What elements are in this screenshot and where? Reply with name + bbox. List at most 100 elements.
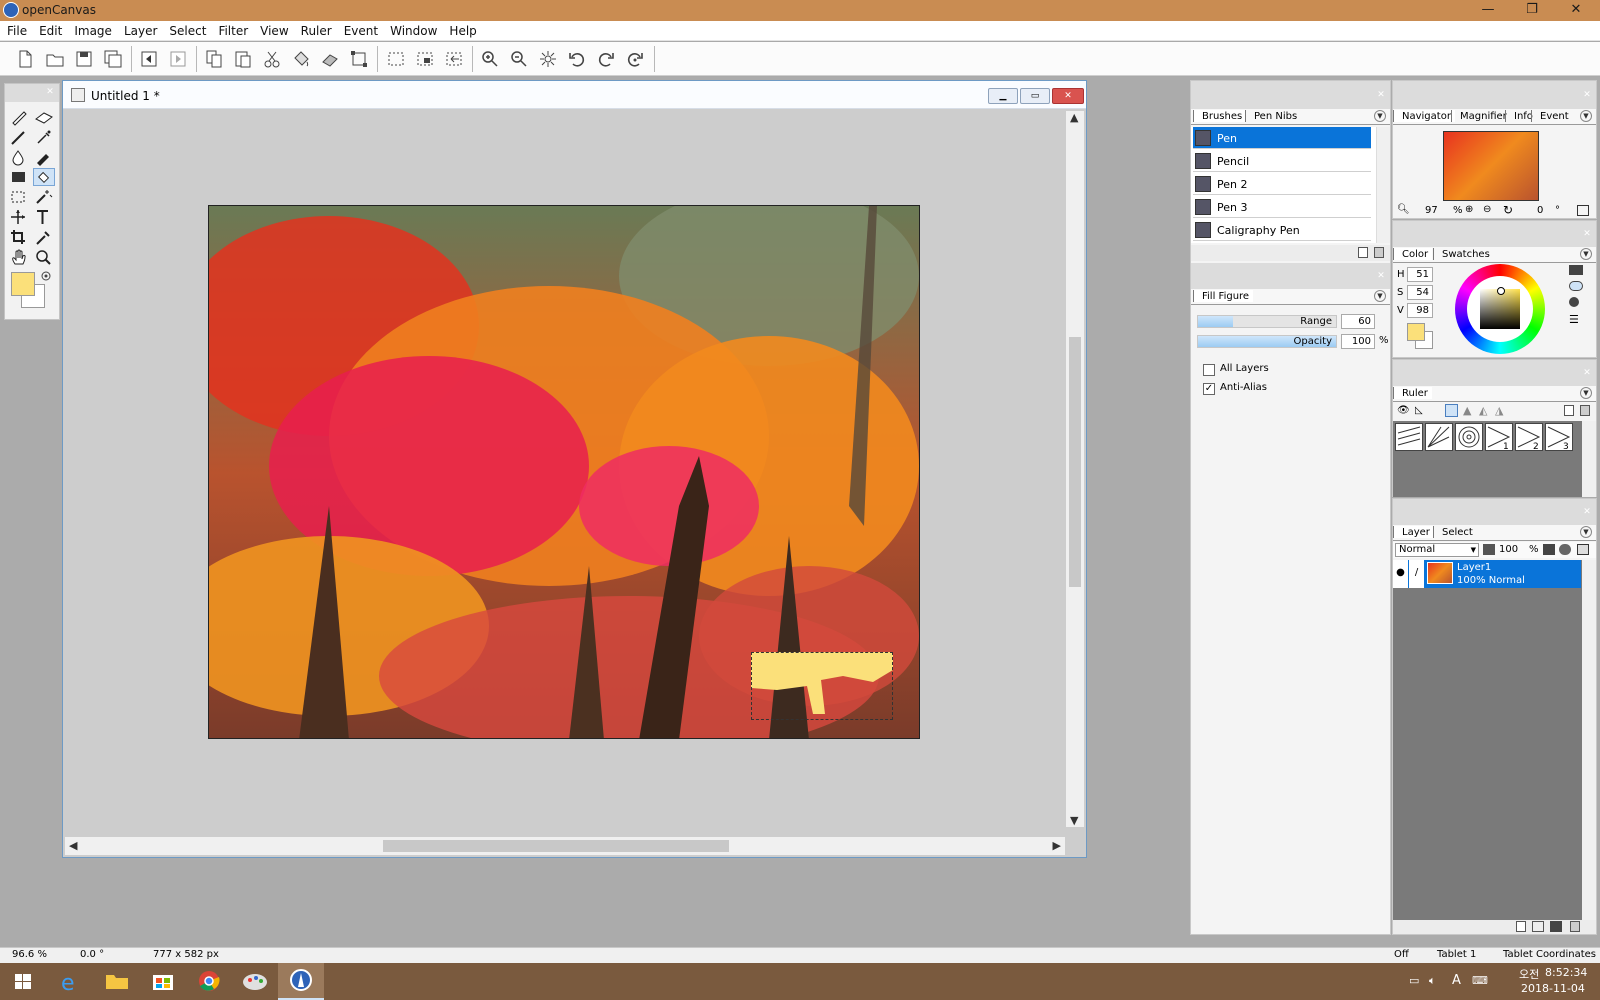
fill-bucket-icon[interactable] (290, 48, 312, 70)
ruler-preset-perspective-2[interactable]: 2 (1515, 423, 1543, 451)
ime-indicator[interactable]: A (1452, 973, 1461, 988)
airbrush-tool-icon[interactable] (33, 128, 55, 146)
all-layers-checkbox[interactable] (1203, 364, 1215, 376)
rotate-icon[interactable]: ↻ (1503, 203, 1513, 217)
scroll-right-icon[interactable]: ▶ (1053, 839, 1061, 852)
ring-mode-icon[interactable] (1569, 281, 1583, 291)
new-folder-icon[interactable] (1532, 921, 1544, 932)
doc-minimize-button[interactable]: ▁ (988, 88, 1018, 104)
saturation-value-square[interactable] (1480, 289, 1520, 329)
ruler-presets-scrollbar[interactable] (1582, 421, 1596, 497)
restore-button[interactable]: ❐ (1510, 0, 1554, 21)
table-row[interactable]: ● / Layer1 100% Normal (1393, 560, 1581, 588)
panel-menu-icon[interactable]: ▼ (1580, 248, 1592, 260)
vertical-scrollbar[interactable]: ▲ ▼ (1066, 111, 1084, 827)
close-icon[interactable]: ✕ (1581, 367, 1593, 379)
doc-maximize-button[interactable]: ▭ (1020, 88, 1050, 104)
layer-pen-icon[interactable]: / (1409, 560, 1424, 588)
ruler-preset-perspective-3[interactable]: 3 (1545, 423, 1573, 451)
tab-pen-nibs[interactable]: Pen Nibs (1245, 110, 1301, 122)
layer-camera-icon[interactable] (1550, 921, 1562, 932)
visibility-eye-icon[interactable]: ● (1393, 560, 1408, 588)
panel-menu-icon[interactable]: ▼ (1580, 526, 1592, 538)
menu-window[interactable]: Window (383, 21, 442, 38)
save-icon[interactable] (73, 48, 95, 70)
tab-fill-figure[interactable]: Fill Figure (1193, 290, 1254, 302)
foreground-color-swatch[interactable] (1407, 323, 1425, 341)
store-icon[interactable] (140, 963, 186, 1000)
tab-ruler[interactable]: Ruler (1393, 387, 1432, 399)
scroll-left-icon[interactable]: ◀ (69, 839, 77, 852)
tab-event[interactable]: Event (1531, 110, 1573, 122)
zoom-tool-icon[interactable] (33, 248, 55, 266)
fit-screen-icon[interactable] (537, 48, 559, 70)
doc-close-button[interactable]: ✕ (1052, 88, 1084, 104)
menu-file[interactable]: File (0, 21, 32, 38)
water-tool-icon[interactable] (9, 148, 31, 166)
panel-menu-icon[interactable]: ▼ (1580, 387, 1592, 399)
move-tool-icon[interactable] (9, 208, 31, 226)
zoom-out-icon[interactable] (508, 48, 530, 70)
swap-colors-icon[interactable] (40, 270, 52, 282)
marker-tool-icon[interactable] (33, 148, 55, 166)
menu-select[interactable]: Select (162, 21, 211, 38)
open-folder-icon[interactable] (44, 48, 66, 70)
layer-opacity-value[interactable]: 100 (1499, 544, 1518, 555)
ruler-symmetry-icon[interactable]: ◮ (1495, 404, 1503, 417)
network-icon[interactable]: ▭ (1409, 974, 1419, 987)
list-item[interactable]: Pencil (1193, 150, 1371, 172)
select-all-icon[interactable] (385, 48, 407, 70)
slider-mode-icon[interactable]: ☰ (1569, 313, 1579, 326)
zoom-in-icon[interactable] (479, 48, 501, 70)
scroll-up-icon[interactable]: ▲ (1070, 111, 1078, 124)
new-file-icon[interactable] (14, 48, 36, 70)
clock-time[interactable]: 8:52:34 (1545, 966, 1587, 979)
horizontal-scrollbar[interactable]: ◀ ▶ (65, 837, 1065, 855)
text-tool-icon[interactable] (33, 208, 55, 226)
close-icon[interactable]: ✕ (1581, 228, 1593, 240)
tab-layer[interactable]: Layer (1393, 526, 1434, 538)
opacity-slider[interactable]: Opacity (1197, 335, 1337, 348)
tab-magnifier[interactable]: Magnifier (1451, 110, 1511, 122)
step-forward-icon[interactable] (167, 48, 189, 70)
keyboard-icon[interactable]: ⌨︎ (1472, 974, 1488, 987)
eraser-tool-icon[interactable] (33, 108, 55, 126)
saturation-field[interactable]: 54 (1407, 285, 1433, 300)
blend-mode-select[interactable]: Normal ▼ (1395, 543, 1479, 557)
gradient-tool-icon[interactable] (9, 168, 31, 186)
ruler-perspective-icon[interactable]: ◭ (1479, 404, 1487, 417)
rect-select-tool-icon[interactable] (9, 188, 31, 206)
new-ruler-icon[interactable] (1564, 405, 1574, 416)
menu-layer[interactable]: Layer (117, 21, 162, 38)
tab-color[interactable]: Color (1393, 248, 1433, 260)
ruler-preset-perspective-1[interactable]: 1 (1485, 423, 1513, 451)
close-icon[interactable]: ✕ (1375, 89, 1387, 101)
menu-filter[interactable]: Filter (211, 21, 253, 38)
ruler-angle-icon[interactable]: ◺ (1415, 405, 1423, 416)
close-icon[interactable]: ✕ (1581, 506, 1593, 518)
horizontal-scroll-thumb[interactable] (383, 840, 729, 852)
brush-tool-icon[interactable] (9, 128, 31, 146)
delete-ruler-icon[interactable] (1580, 405, 1590, 416)
zoom-tool-icon[interactable]: 🔍︎ (1397, 204, 1410, 215)
tab-select[interactable]: Select (1433, 526, 1477, 538)
menu-view[interactable]: View (253, 21, 293, 38)
vertical-scroll-thumb[interactable] (1069, 337, 1081, 587)
minimize-button[interactable]: — (1466, 0, 1510, 21)
ruler-snap-icon[interactable] (1445, 404, 1458, 417)
close-button[interactable]: ✕ (1554, 0, 1598, 21)
close-icon[interactable]: ✕ (44, 86, 56, 98)
windows-start-icon[interactable] (0, 963, 46, 1000)
list-item[interactable]: Caligraphy Pen (1193, 219, 1371, 241)
ruler-preset-radial[interactable] (1425, 423, 1453, 451)
paint-app-icon[interactable] (232, 963, 278, 1000)
clock-date[interactable]: 2018-11-04 (1521, 982, 1585, 995)
navigator-zoom-value[interactable]: 97 (1425, 205, 1438, 216)
list-item[interactable]: Pen 2 (1193, 173, 1371, 195)
zoom-out-icon[interactable]: ⊖ (1483, 204, 1491, 215)
circle-mode-icon[interactable] (1569, 297, 1579, 307)
step-back-icon[interactable] (138, 48, 160, 70)
range-value-field[interactable]: 60 (1341, 314, 1375, 329)
ruler-triangle-icon[interactable]: ▲ (1463, 404, 1471, 417)
crop-tool-icon[interactable] (9, 228, 31, 246)
